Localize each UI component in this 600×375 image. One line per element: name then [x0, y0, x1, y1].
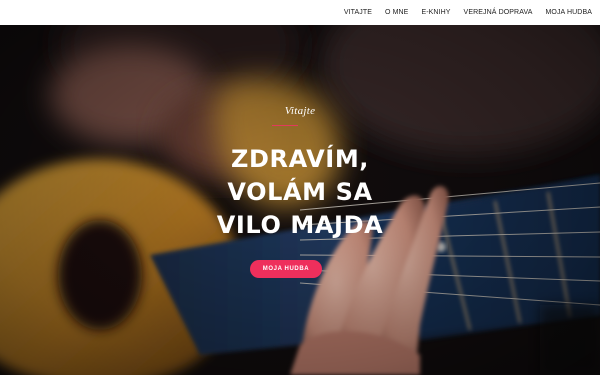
hero-title-line-1: ZDRAVÍM, — [230, 145, 370, 173]
nav-item-o-mne[interactable]: O MNE — [385, 9, 408, 16]
hero-kicker: Vitajte — [284, 105, 316, 117]
moja-hudba-button[interactable]: MOJA HUDBA — [250, 260, 322, 278]
hero-title: ZDRAVÍM, VOLÁM SA VILO MAJDA — [0, 143, 600, 242]
top-navbar: VITAJTE O MNE E-KNIHY VEREJNÁ DOPRAVA MO… — [0, 0, 600, 25]
hero-content: Vitajte ZDRAVÍM, VOLÁM SA VILO MAJDA MOJ… — [0, 25, 600, 375]
hero-title-line-3: VILO MAJDA — [216, 211, 384, 239]
hero-title-line-2: VOLÁM SA — [227, 178, 373, 206]
hero-divider — [272, 125, 298, 126]
nav-item-verejna-doprava[interactable]: VEREJNÁ DOPRAVA — [464, 9, 533, 16]
hero-section: Vitajte ZDRAVÍM, VOLÁM SA VILO MAJDA MOJ… — [0, 25, 600, 375]
nav-item-e-knihy[interactable]: E-KNIHY — [421, 9, 450, 16]
page: VITAJTE O MNE E-KNIHY VEREJNÁ DOPRAVA MO… — [0, 0, 600, 375]
nav-menu: VITAJTE O MNE E-KNIHY VEREJNÁ DOPRAVA MO… — [344, 0, 592, 25]
nav-item-moja-hudba[interactable]: MOJA HUDBA — [545, 9, 592, 16]
nav-item-vitajte[interactable]: VITAJTE — [344, 9, 372, 16]
